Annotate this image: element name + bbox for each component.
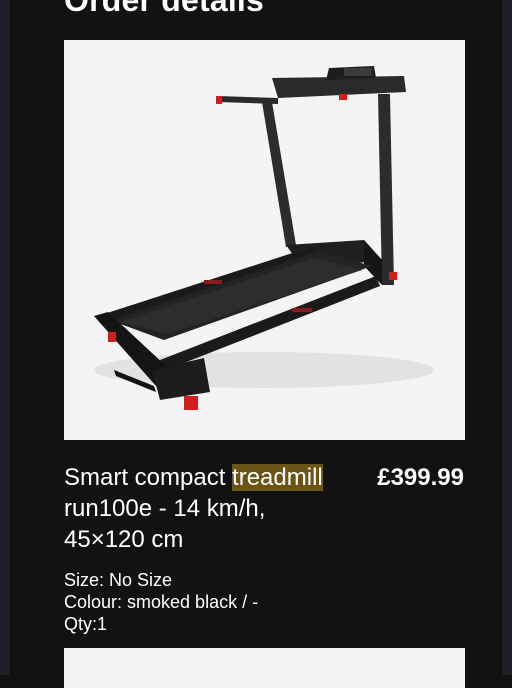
- search-highlight: treadmill: [232, 464, 323, 491]
- product-name-prefix: Smart compact: [64, 464, 233, 491]
- product-price: £399.99: [377, 464, 464, 491]
- page-title: Order details: [64, 0, 265, 18]
- product-name[interactable]: Smart compact treadmill run100e - 14 km/…: [64, 462, 324, 555]
- product-details: Size: No Size Colour: smoked black / - Q…: [64, 569, 258, 635]
- product-colour: Colour: smoked black / -: [64, 592, 259, 612]
- product-image[interactable]: [64, 40, 465, 440]
- product-qty: Qty:1: [64, 614, 108, 634]
- product-name-suffix: run100e - 14 km/h, 45×120 cm: [64, 495, 266, 553]
- next-product-image[interactable]: [64, 648, 465, 688]
- product-size: Size: No Size: [64, 570, 173, 590]
- treadmill-image: [94, 66, 434, 410]
- left-gutter: [0, 0, 10, 675]
- right-gutter: [502, 0, 512, 675]
